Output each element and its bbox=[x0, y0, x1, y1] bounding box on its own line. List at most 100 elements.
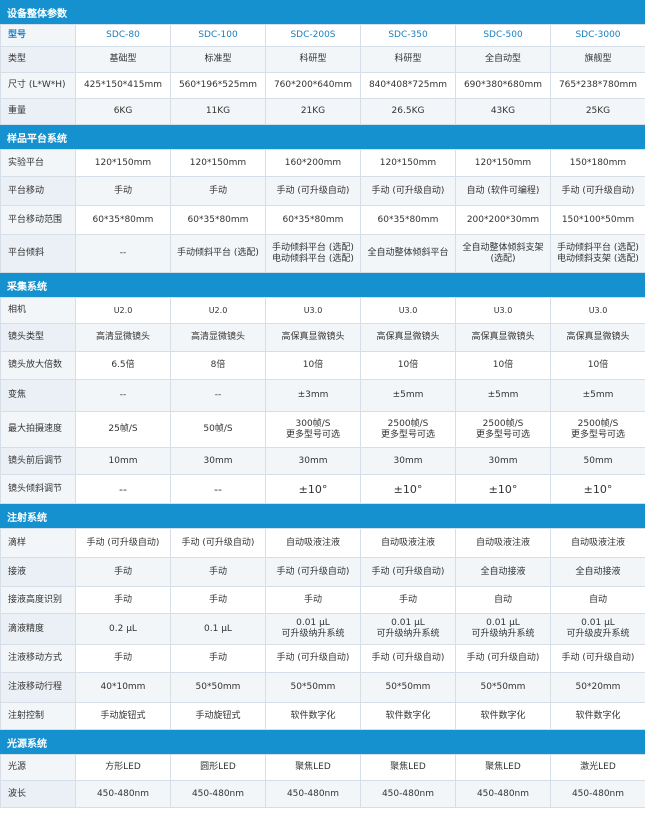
table-cell: 760*200*640mm bbox=[265, 72, 361, 99]
table-row: 尺寸 (L*W*H) 425*150*415mm 560*196*525mm 760*… bbox=[0, 72, 645, 99]
table-row: 变焦 -- -- ±3mm ±5mm ±5mm ±5mm bbox=[0, 379, 645, 412]
table-cell: 圆形LED bbox=[170, 754, 266, 781]
table-cell: 手动 (可升级自动) bbox=[265, 557, 361, 587]
table-cell: 自动 (软件可编程) bbox=[455, 176, 551, 206]
table-cell: 0.01 μL 可升级皮升系统 bbox=[550, 613, 645, 645]
table-cell: -- bbox=[75, 379, 171, 412]
table-cell: ±5mm bbox=[455, 379, 551, 412]
table-cell: 0.01 μL 可升级纳升系统 bbox=[265, 613, 361, 645]
section-header: 采集系统 bbox=[0, 273, 645, 297]
table-cell: 软件数字化 bbox=[360, 702, 456, 730]
table-cell: 43KG bbox=[455, 98, 551, 125]
table-cell: 40*10mm bbox=[75, 672, 171, 703]
table-row: 镜头放大倍数 6.5倍 8倍 10倍 10倍 10倍 10倍 bbox=[0, 351, 645, 380]
table-cell: 聚焦LED bbox=[455, 754, 551, 781]
table-cell: 450-480nm bbox=[455, 780, 551, 808]
table-cell: 全自动型 bbox=[455, 46, 551, 73]
row-label: 滴液精度 bbox=[0, 613, 76, 645]
table-cell: 手动 (可升级自动) bbox=[455, 644, 551, 673]
table-cell: 120*150mm bbox=[455, 149, 551, 177]
table-cell: ±10° bbox=[455, 474, 551, 504]
table-cell: 全自动接液 bbox=[455, 557, 551, 587]
table-cell: 自动 bbox=[455, 586, 551, 614]
table-cell: 软件数字化 bbox=[455, 702, 551, 730]
row-label: 尺寸 (L*W*H) bbox=[0, 72, 76, 99]
table-cell: 0.01 μL 可升级纳升系统 bbox=[455, 613, 551, 645]
table-cell: 聚焦LED bbox=[265, 754, 361, 781]
table-cell: 50*50mm bbox=[360, 672, 456, 703]
table-cell: 科研型 bbox=[360, 46, 456, 73]
table-cell: 高保真显微镜头 bbox=[265, 323, 361, 352]
table-row: 最大拍摄速度 25帧/S 50帧/S 300帧/S 更多型号可选 2500帧/S 更多型号可… bbox=[0, 411, 645, 448]
spec-table: 实验平台 120*150mm 120*150mm 160*200mm 120*150mm… bbox=[0, 149, 645, 273]
row-label: 平台移动范围 bbox=[0, 205, 76, 235]
table-cell: 自动吸液注液 bbox=[455, 528, 551, 558]
row-label: 型号 bbox=[0, 24, 76, 47]
table-cell: 50*20mm bbox=[550, 672, 645, 703]
table-cell: 基础型 bbox=[75, 46, 171, 73]
table-cell: 聚焦LED bbox=[360, 754, 456, 781]
table-cell: 10倍 bbox=[360, 351, 456, 380]
table-cell: 自动吸液注液 bbox=[265, 528, 361, 558]
table-cell: 8倍 bbox=[170, 351, 266, 380]
row-label: 接液 bbox=[0, 557, 76, 587]
table-cell: 10倍 bbox=[265, 351, 361, 380]
table-cell: 手动 bbox=[75, 644, 171, 673]
table-cell: 26.5KG bbox=[360, 98, 456, 125]
table-cell: U3.0 bbox=[360, 297, 456, 324]
table-cell: 450-480nm bbox=[360, 780, 456, 808]
table-cell: 60*35*80mm bbox=[360, 205, 456, 235]
section-header: 注射系统 bbox=[0, 504, 645, 528]
row-label: 镜头类型 bbox=[0, 323, 76, 352]
table-cell: 全自动整体倾斜平台 bbox=[360, 234, 456, 273]
table-cell: 高保真显微镜头 bbox=[360, 323, 456, 352]
table-cell: 60*35*80mm bbox=[170, 205, 266, 235]
row-label: 相机 bbox=[0, 297, 76, 324]
table-cell: 160*200mm bbox=[265, 149, 361, 177]
table-row: 重量 6KG 11KG 21KG 26.5KG 43KG 25KG bbox=[0, 98, 645, 125]
table-cell: 0.1 μL bbox=[170, 613, 266, 645]
table-cell: SDC-200S bbox=[265, 24, 361, 47]
table-cell: U2.0 bbox=[75, 297, 171, 324]
row-label: 镜头倾斜调节 bbox=[0, 474, 76, 504]
table-cell: U3.0 bbox=[455, 297, 551, 324]
table-cell: 旗舰型 bbox=[550, 46, 645, 73]
row-label: 注液移动行程 bbox=[0, 672, 76, 703]
table-cell: 手动 (可升级自动) bbox=[265, 176, 361, 206]
table-cell: 软件数字化 bbox=[550, 702, 645, 730]
table-row: 光源 方形LED 圆形LED 聚焦LED 聚焦LED 聚焦LED 激光LED bbox=[0, 754, 645, 781]
row-label: 镜头前后调节 bbox=[0, 447, 76, 475]
table-cell: -- bbox=[75, 474, 171, 504]
spec-table: 相机 U2.0 U2.0 U3.0 U3.0 U3.0 U3.0 镜头类型 高清显微镜头 高清显微… bbox=[0, 297, 645, 504]
row-label: 注射控制 bbox=[0, 702, 76, 730]
table-cell: 200*200*30mm bbox=[455, 205, 551, 235]
table-cell: 300帧/S 更多型号可选 bbox=[265, 411, 361, 448]
table-cell: 手动 bbox=[170, 586, 266, 614]
row-label: 镜头放大倍数 bbox=[0, 351, 76, 380]
table-row: 镜头倾斜调节 -- -- ±10° ±10° ±10° ±10° bbox=[0, 474, 645, 504]
table-cell: 0.2 μL bbox=[75, 613, 171, 645]
table-cell: 0.01 μL 可升级纳升系统 bbox=[360, 613, 456, 645]
table-cell: ±10° bbox=[265, 474, 361, 504]
table-cell: 30mm bbox=[170, 447, 266, 475]
table-row: 注液移动方式 手动 手动 手动 (可升级自动) 手动 (可升级自动) 手动 (可升级自动)… bbox=[0, 644, 645, 673]
table-row: 滴液精度 0.2 μL 0.1 μL 0.01 μL 可升级纳升系统 0.01 μL 可升级… bbox=[0, 613, 645, 645]
table-cell: 60*35*80mm bbox=[75, 205, 171, 235]
table-cell: U2.0 bbox=[170, 297, 266, 324]
table-cell: U3.0 bbox=[265, 297, 361, 324]
table-cell: -- bbox=[170, 474, 266, 504]
table-cell: SDC-100 bbox=[170, 24, 266, 47]
table-cell: 手动 bbox=[170, 644, 266, 673]
table-cell: 30mm bbox=[265, 447, 361, 475]
table-row: 镜头类型 高清显微镜头 高清显微镜头 高保真显微镜头 高保真显微镜头 高保真显微镜头 高保真… bbox=[0, 323, 645, 352]
table-cell: 30mm bbox=[360, 447, 456, 475]
table-cell: 10mm bbox=[75, 447, 171, 475]
table-cell: 手动倾斜平台 (选配) 电动倾斜支架 (选配) bbox=[550, 234, 645, 273]
table-cell: 450-480nm bbox=[75, 780, 171, 808]
table-cell: 自动吸液注液 bbox=[550, 528, 645, 558]
table-cell: 高清显微镜头 bbox=[170, 323, 266, 352]
table-cell: 手动 (可升级自动) bbox=[360, 557, 456, 587]
table-row: 型号 SDC-80 SDC-100 SDC-200S SDC-350 SDC-500 SDC… bbox=[0, 24, 645, 47]
section-header: 光源系统 bbox=[0, 730, 645, 754]
table-cell: 50mm bbox=[550, 447, 645, 475]
